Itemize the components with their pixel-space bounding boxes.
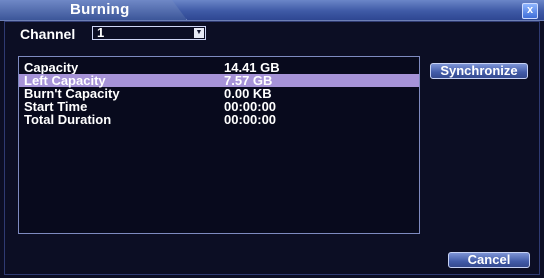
channel-label: Channel xyxy=(20,26,76,42)
close-button[interactable]: x xyxy=(522,3,538,19)
cancel-button[interactable]: Cancel xyxy=(448,252,530,268)
chevron-down-icon[interactable]: ▼ xyxy=(194,28,204,38)
info-key-total-duration: Total Duration xyxy=(24,112,112,127)
channel-selected-value: 1 xyxy=(97,25,105,40)
close-icon: x xyxy=(526,4,534,16)
window-title: Burning xyxy=(70,1,130,18)
burn-info-list[interactable]: Capacity 14.41 GB Left Capacity 7.57 GB … xyxy=(18,56,420,234)
list-item[interactable]: Total Duration 00:00:00 xyxy=(19,113,419,126)
info-value-total-duration: 00:00:00 xyxy=(224,112,277,127)
title-bar: Burning x xyxy=(0,0,544,21)
burning-dialog: Burning x Channel 1 ▼ Capacity 14.41 GB … xyxy=(0,0,544,278)
synchronize-button[interactable]: Synchronize xyxy=(430,63,528,79)
channel-select[interactable]: 1 ▼ xyxy=(92,25,206,40)
